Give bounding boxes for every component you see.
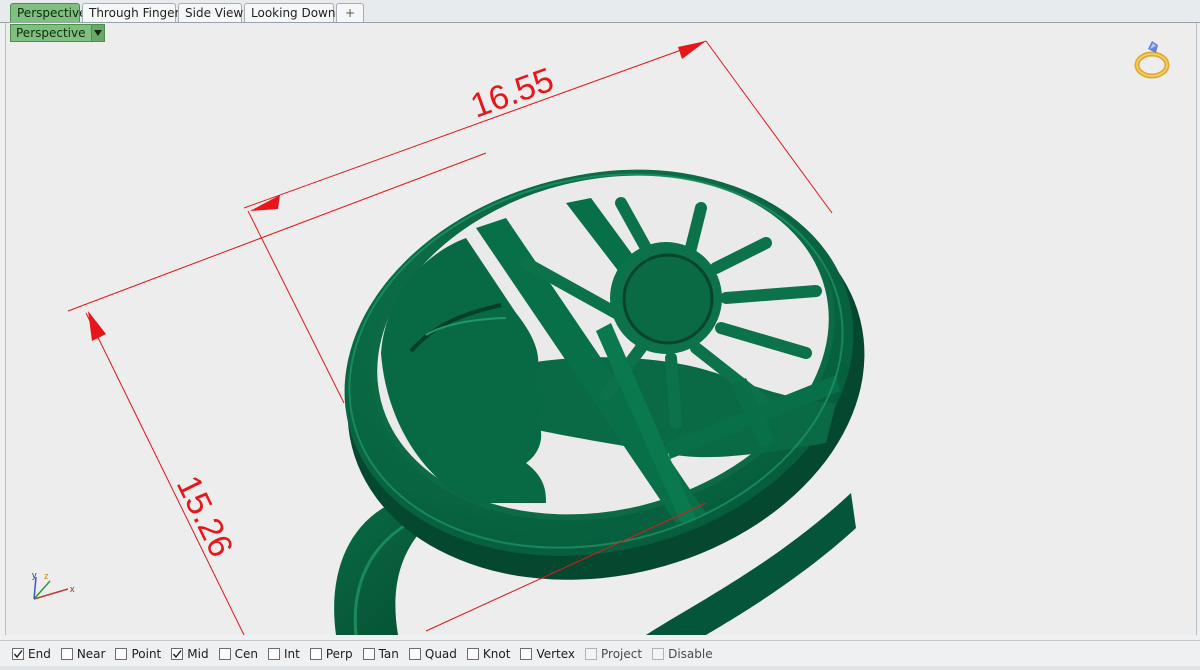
checkmark-icon: [13, 649, 23, 658]
osnap-near[interactable]: Near: [60, 646, 106, 661]
osnap-vertex-checkbox[interactable]: [520, 647, 533, 660]
osnap-perp-checkbox[interactable]: [309, 647, 322, 660]
osnap-knot[interactable]: Knot: [466, 646, 511, 661]
osnap-label: Knot: [482, 646, 511, 661]
dimension-height-label: 15.26: [169, 470, 240, 563]
viewport-menu-button[interactable]: [91, 24, 105, 42]
osnap-tan[interactable]: Tan: [362, 646, 399, 661]
osnap-disable-checkbox[interactable]: [652, 647, 665, 660]
osnap-disable[interactable]: Disable: [652, 647, 713, 661]
osnap-int-checkbox[interactable]: [267, 647, 280, 660]
add-tab-button[interactable]: +: [336, 3, 364, 22]
caret-down-icon: [93, 30, 102, 36]
osnap-end[interactable]: End: [12, 647, 51, 661]
osnap-label: Project: [601, 646, 643, 661]
ring-render-icon[interactable]: [1132, 37, 1172, 81]
osnap-label: Tan: [378, 646, 399, 661]
osnap-quad[interactable]: Quad: [408, 646, 457, 661]
osnap-mid-checkbox[interactable]: [171, 647, 184, 660]
axis-y-label: y: [32, 571, 37, 580]
osnap-label: End: [28, 646, 51, 661]
osnap-project[interactable]: Project: [585, 647, 642, 661]
osnap-near-checkbox[interactable]: [60, 647, 73, 660]
osnap-label: Int: [283, 646, 300, 661]
osnap-perp[interactable]: Perp: [309, 646, 353, 661]
world-axes-icon: x y z: [32, 571, 75, 600]
axis-x-label: x: [70, 584, 75, 594]
osnap-point-checkbox[interactable]: [115, 647, 128, 660]
osnap-cen[interactable]: Cen: [218, 646, 258, 661]
tab-through-finger[interactable]: Through Finger: [82, 3, 180, 22]
osnap-int[interactable]: Int: [267, 646, 300, 661]
osnap-point[interactable]: Point: [115, 647, 161, 661]
viewport-title-label[interactable]: Perspective: [10, 24, 92, 42]
osnap-tan-checkbox[interactable]: [362, 647, 375, 660]
osnap-cen-checkbox[interactable]: [218, 647, 231, 660]
osnap-toolbar: End Near Point Mid Cen Int Perp Tan Quad Knot Vert…: [0, 640, 1200, 666]
tab-looking-down[interactable]: Looking Down: [244, 3, 335, 22]
osnap-quad-checkbox[interactable]: [408, 647, 421, 660]
tab-side-view[interactable]: Side View: [178, 3, 243, 22]
dimension-width-label: 16.55: [466, 61, 559, 126]
osnap-label: Near: [76, 646, 106, 661]
viewport-tab-bar: Perspective Through Finger Side View Loo…: [0, 0, 1200, 23]
osnap-mid[interactable]: Mid: [171, 646, 209, 661]
osnap-knot-checkbox[interactable]: [466, 647, 479, 660]
perspective-viewport[interactable]: Perspective 16.55 15.26 x y z: [5, 23, 1197, 635]
viewport-title[interactable]: Perspective: [10, 24, 105, 42]
osnap-label: Cen: [234, 646, 258, 661]
osnap-label: Disable: [668, 646, 713, 661]
osnap-label: Point: [131, 646, 162, 661]
axis-z-label: z: [44, 571, 49, 581]
osnap-label: Vertex: [536, 646, 576, 661]
tab-perspective[interactable]: Perspective: [10, 3, 87, 22]
osnap-label: Perp: [325, 646, 353, 661]
ring-model-scene: 16.55 15.26: [67, 40, 865, 635]
osnap-label: Mid: [187, 646, 209, 661]
osnap-label: Quad: [424, 646, 457, 661]
plus-icon: +: [344, 6, 356, 20]
osnap-end-checkbox[interactable]: [12, 647, 24, 660]
checkmark-icon: [173, 649, 182, 658]
osnap-project-checkbox[interactable]: [585, 647, 598, 660]
status-bar-strip: [0, 666, 1200, 670]
osnap-vertex[interactable]: Vertex: [520, 647, 575, 661]
